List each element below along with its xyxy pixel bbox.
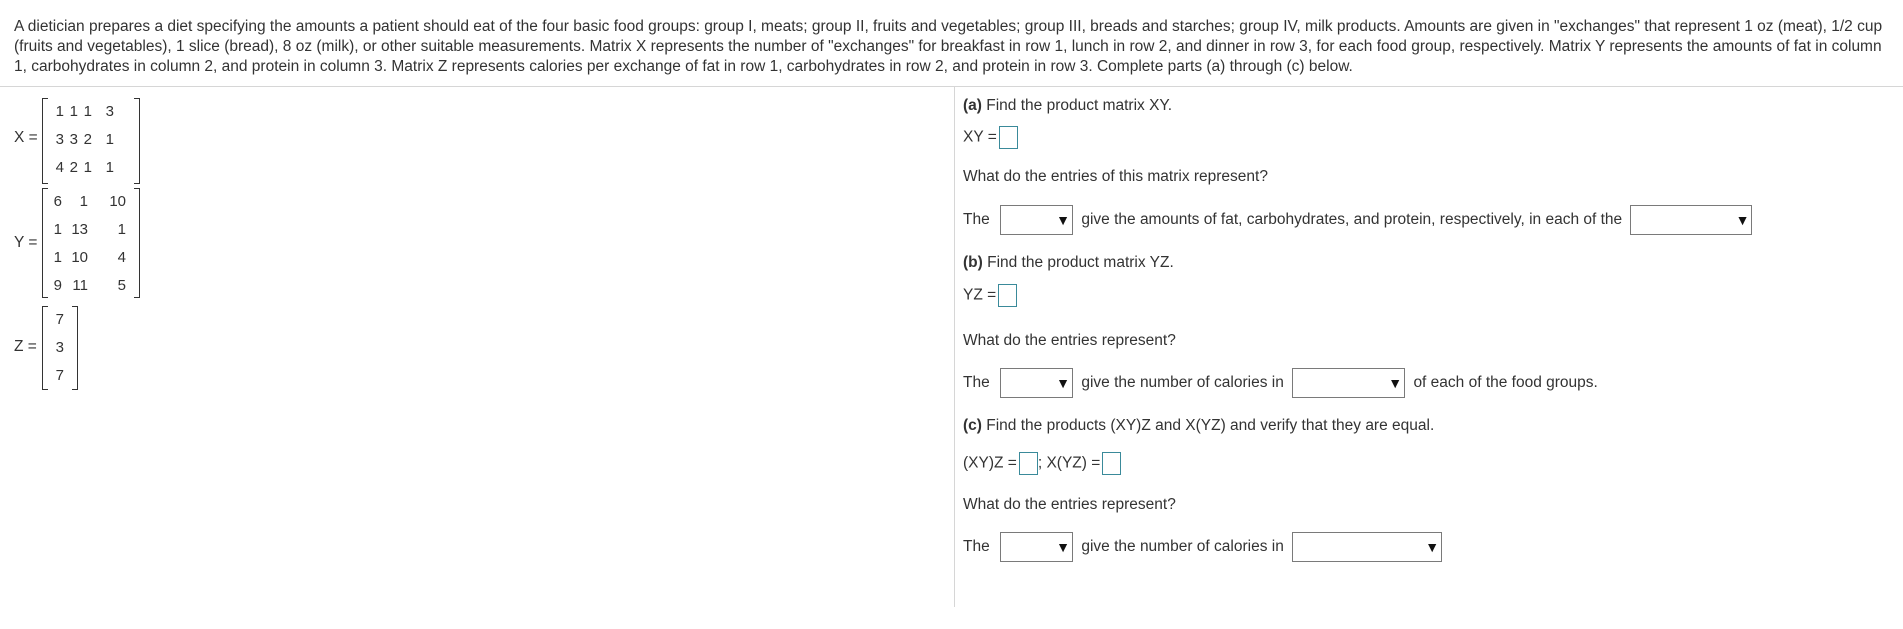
matrix-y-cell: 5 [117,277,126,294]
part-a-question: What do the entries of this matrix repre… [963,168,1268,185]
matrix-x-cell: 1 [83,159,92,176]
matrix-x-right-bracket [134,98,140,184]
part-b-instruction: Find the product matrix YZ. [982,254,1174,271]
part-b-heading: (b) Find the product matrix YZ. [963,254,1174,272]
part-a-heading: (a) Find the product matrix XY. [963,97,1172,115]
part-a-sentence-mid: give the amounts of fat, carbohydrates, … [1081,211,1623,229]
problem-statement: A dietician prepares a diet specifying t… [14,18,1883,75]
matrix-y-label: Y = [14,234,38,251]
matrix-x-label: X = [14,129,38,146]
xy-answer-box[interactable] [998,126,1018,149]
matrix-y: 6 1 10 1 13 1 1 10 4 9 11 5 [42,188,140,298]
part-b-label: (b) [963,254,983,271]
matrix-z-cell: 7 [55,311,64,328]
dropdown-arrow-icon: ▼ [1056,212,1071,228]
matrix-x-cell: 1 [105,131,114,148]
part-a-sentence: The ▼ give the amounts of fat, carbohydr… [963,205,1753,235]
part-c-answer-row: (XY)Z =; X(YZ) = [963,452,1122,475]
matrix-z-label: Z = [14,338,37,355]
part-a-dropdown-1[interactable]: ▼ [1000,205,1074,235]
matrix-y-cell: 1 [117,221,126,238]
part-c-sentence-start: The [963,538,990,556]
dropdown-arrow-icon: ▼ [1056,375,1071,391]
matrix-z-right-bracket [72,306,78,390]
part-a-sentence-start: The [963,211,990,229]
dropdown-arrow-icon: ▼ [1425,539,1440,555]
dropdown-arrow-icon: ▼ [1735,212,1750,228]
part-b-question: What do the entries represent? [963,332,1176,349]
matrix-x-cell: 2 [83,131,92,148]
part-c-instruction: Find the products (XY)Z and X(YZ) and ve… [981,417,1435,434]
part-c-separator: ; [1037,454,1043,472]
yz-label: YZ = [963,286,997,304]
part-a-answer-row: XY = [963,126,1018,149]
matrix-x-cell: 3 [105,103,114,120]
matrix-y-cell: 10 [109,193,126,210]
matrix-y-cell: 1 [53,249,62,266]
part-a-label: (a) [963,97,982,114]
matrix-z: 7 3 7 [42,306,78,390]
matrix-x-cell: 1 [83,103,92,120]
matrix-y-cell: 9 [53,277,62,294]
x-yz-label: X(YZ) = [1046,454,1101,472]
matrix-z-cell: 3 [55,339,64,356]
xy-z-label: (XY)Z = [963,454,1017,472]
yz-answer-box[interactable] [998,284,1018,307]
part-c-label: (c) [963,417,982,434]
matrix-x-cell: 1 [105,159,114,176]
dropdown-arrow-icon: ▼ [1388,375,1403,391]
part-c-sentence: The ▼ give the number of calories in ▼ [963,532,1443,562]
matrix-x: 111333214211 [42,98,140,184]
part-c-dropdown-1[interactable]: ▼ [1000,532,1074,562]
part-a-dropdown-2[interactable]: ▼ [1630,205,1753,235]
part-c-heading: (c) Find the products (XY)Z and X(YZ) an… [963,417,1434,435]
dropdown-arrow-icon: ▼ [1056,539,1071,555]
matrix-y-cell: 10 [71,249,88,266]
xy-label: XY = [963,128,997,146]
part-b-sentence-end: of each of the food groups. [1413,374,1598,392]
matrix-y-cell: 13 [71,221,88,238]
matrix-y-cell: 6 [53,193,62,210]
part-b-sentence: The ▼ give the number of calories in ▼ o… [963,368,1598,398]
xy-z-answer-box[interactable] [1018,452,1038,475]
matrix-y-cell: 1 [79,193,88,210]
matrix-y-cell: 11 [72,277,88,294]
part-c-question: What do the entries represent? [963,496,1176,513]
part-b-sentence-start: The [963,374,990,392]
matrix-y-right-bracket [134,188,140,298]
x-yz-answer-box[interactable] [1102,452,1122,475]
part-b-dropdown-1[interactable]: ▼ [1000,368,1074,398]
part-c-dropdown-2[interactable]: ▼ [1292,532,1443,562]
matrix-y-cell: 4 [117,249,126,266]
part-b-dropdown-2[interactable]: ▼ [1292,368,1406,398]
matrix-z-cell: 7 [55,367,64,384]
part-c-sentence-mid: give the number of calories in [1081,538,1284,556]
part-b-answer-row: YZ = [963,284,1018,307]
top-divider [0,86,1903,87]
part-b-sentence-mid: give the number of calories in [1081,374,1284,392]
column-divider [954,87,955,607]
part-a-instruction: Find the product matrix XY. [981,97,1173,114]
matrix-y-cell: 1 [53,221,62,238]
